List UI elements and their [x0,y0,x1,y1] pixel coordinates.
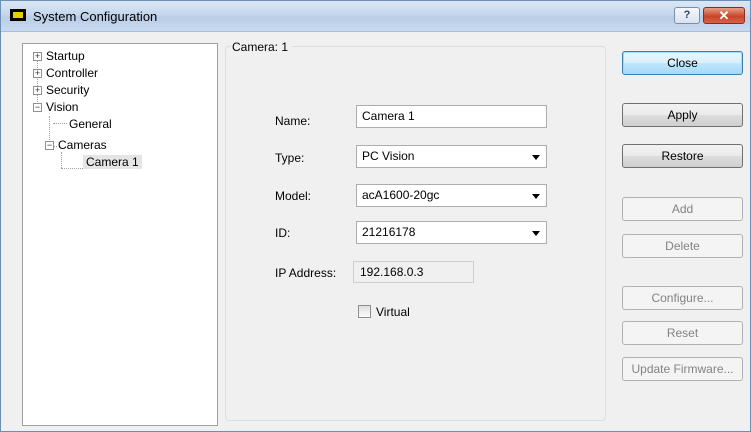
model-dropdown[interactable]: acA1600-20gc [356,184,547,207]
tree-item-label: Vision [46,100,79,114]
id-value: 21216178 [362,225,416,239]
id-label: ID: [275,226,291,240]
window-title: System Configuration [33,9,158,24]
close-button[interactable]: Close [622,51,743,75]
model-label: Model: [275,189,312,203]
chevron-down-icon [532,231,540,236]
type-dropdown[interactable]: PC Vision [356,145,547,168]
expand-icon[interactable]: + [33,86,42,95]
tree-item-label: Cameras [58,138,107,152]
tree-item-label: General [69,117,112,131]
collapse-icon[interactable]: − [33,103,42,112]
system-configuration-window: System Configuration ? ✕ + Startup + Con… [0,0,751,432]
virtual-checkbox[interactable] [358,305,371,318]
ip-address-value: 192.168.0.3 [353,261,474,283]
configure-button[interactable]: Configure... [622,286,743,310]
ip-address-label: IP Address: [275,266,337,280]
tree-item-general[interactable]: General [69,116,112,132]
expand-icon[interactable]: + [33,52,42,61]
id-dropdown[interactable]: 21216178 [356,221,547,244]
virtual-label: Virtual [376,305,410,319]
tree-item-label: Security [46,83,90,97]
tree-item-label: Camera 1 [83,155,142,169]
title-bar[interactable]: System Configuration ? ✕ [1,1,750,32]
settings-tree[interactable]: + Startup + Controller + Security − Visi… [22,43,218,426]
tree-item-camera-1[interactable]: Camera 1 [83,154,142,170]
chevron-down-icon [532,155,540,160]
update-firmware-button[interactable]: Update Firmware... [622,357,743,381]
expand-icon[interactable]: + [33,69,42,78]
tree-item-label: Controller [46,66,99,80]
collapse-icon[interactable]: − [45,141,54,150]
chevron-down-icon [532,194,540,199]
restore-button[interactable]: Restore [622,144,743,168]
apply-button[interactable]: Apply [622,103,743,127]
tree-item-label: Startup [46,49,85,63]
group-title: Camera: 1 [231,40,293,54]
delete-button[interactable]: Delete [622,234,743,258]
model-value: acA1600-20gc [362,188,440,202]
reset-button[interactable]: Reset [622,321,743,345]
name-field[interactable]: Camera 1 [356,105,547,128]
help-button[interactable]: ? [674,7,700,24]
name-label: Name: [275,114,311,128]
type-value: PC Vision [362,149,415,163]
type-label: Type: [275,151,305,165]
app-icon [10,9,26,21]
add-button[interactable]: Add [622,197,743,221]
window-close-button[interactable]: ✕ [703,7,745,24]
